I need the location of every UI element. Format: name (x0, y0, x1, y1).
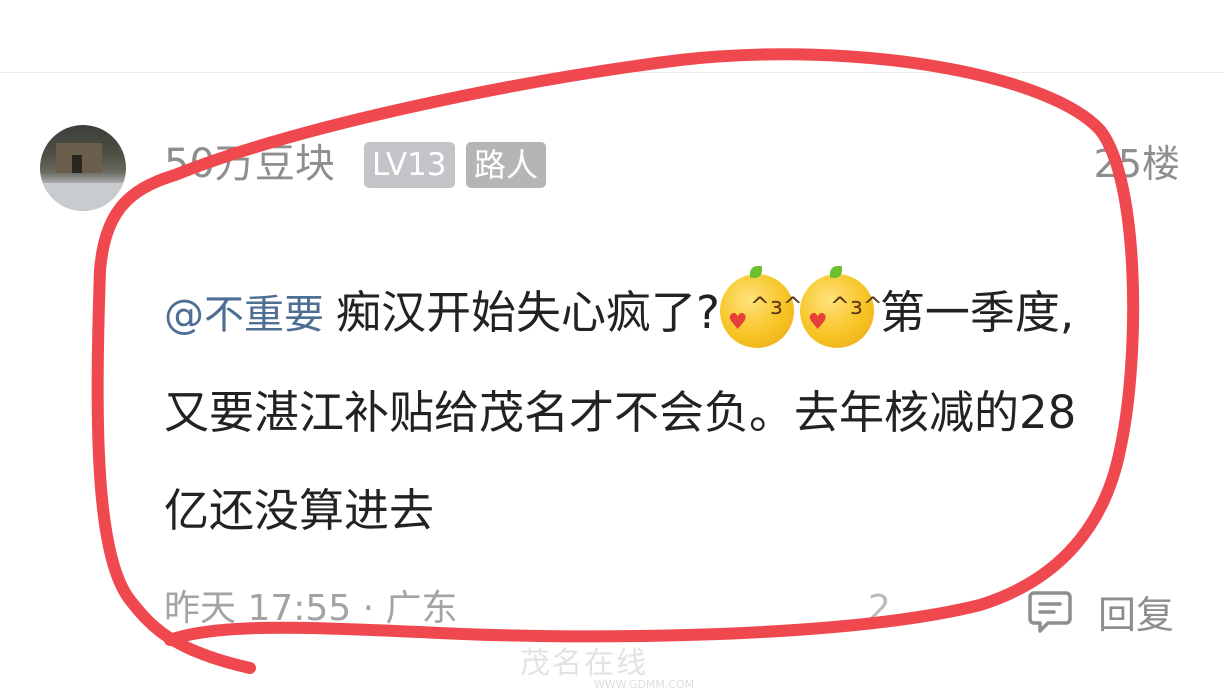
kiss-heart-emoji-icon: ^з^ ♥ (799, 266, 883, 348)
kiss-heart-emoji-icon: ^з^ ♥ (719, 266, 803, 348)
username[interactable]: 50万豆块 (164, 140, 335, 188)
reply-button[interactable]: 回复 (1026, 586, 1175, 637)
comment-text-part1: 痴汉开始失心疯了? (336, 286, 720, 339)
mention-link[interactable]: @不重要 (164, 292, 324, 338)
level-badge: LV13 (364, 142, 455, 188)
watermark: 茂名在线 (520, 646, 648, 681)
avatar-door-shape (72, 155, 82, 173)
timestamp-location: 昨天 17:55 · 广东 (164, 588, 458, 629)
comment-bubble-icon (1028, 591, 1072, 633)
comment-body: @不重要 痴汉开始失心疯了? ^з^ ♥ ^з^ ♥ 第一季度,又要湛江补贴给茂名才不会负。… (164, 264, 1104, 560)
like-count[interactable]: 2 (868, 586, 891, 632)
avatar[interactable] (40, 125, 126, 211)
reply-label: 回复 (1098, 592, 1175, 637)
top-divider (0, 72, 1224, 73)
avatar-ground-shape (40, 183, 126, 211)
role-badge: 路人 (466, 142, 547, 188)
watermark-url: WWW.GDMM.COM (594, 678, 695, 691)
floor-number: 25楼 (1093, 142, 1180, 186)
